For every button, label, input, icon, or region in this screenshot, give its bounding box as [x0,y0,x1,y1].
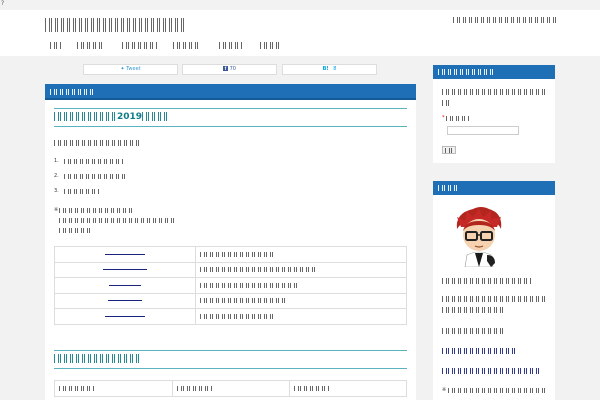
browser-top-strip: ? [0,0,600,10]
facebook-share-button[interactable]: f 70 [182,64,277,75]
twitter-bird-icon: ✦ [120,66,125,72]
contact-submit-button[interactable] [442,146,456,154]
list-item-3: 3. [54,188,134,194]
contact-widget-title [433,65,555,79]
main-column: ✦ Tweet f 70 B! 8 2019 1. 2. 3. ※ [45,56,416,400]
intro-paragraph [54,140,142,146]
comparison-table [54,380,407,397]
list-item-1: 1. [54,158,134,164]
table-row [54,277,407,294]
facebook-f-icon: f [223,66,229,71]
table-link[interactable] [59,300,191,302]
profile-link-1[interactable] [442,348,518,354]
table-row [54,261,407,278]
site-header [0,10,600,56]
table-row [54,246,407,263]
list-item-2: 2. [54,173,134,179]
nav-item-6[interactable] [260,42,281,49]
note-block: ※ [54,207,414,237]
profile-widget: ※ [433,181,555,400]
table-row [54,292,407,309]
category-header [45,84,416,100]
profile-widget-title [433,181,555,195]
table-link[interactable] [59,269,191,271]
table-link[interactable] [59,315,191,317]
note-mark: ※ [54,207,59,213]
table-row [54,308,407,325]
contact-widget: * [433,65,555,163]
profile-footnote: ※ [442,387,552,394]
contact-input[interactable] [447,126,519,135]
top-left-mark: ? [1,0,5,7]
required-mark: * [442,115,445,121]
section-heading-1: 2019 [54,108,407,127]
section-heading-2 [54,350,407,369]
tweet-share-button[interactable]: ✦ Tweet [83,64,178,75]
table-link[interactable] [59,253,191,255]
site-title-text [45,18,186,32]
nav-item-5[interactable] [219,42,243,49]
table-link[interactable] [59,284,191,286]
site-title[interactable] [45,18,186,32]
article-body: 2019 1. 2. 3. ※ [45,84,416,400]
nav-item-3[interactable] [122,42,157,49]
contact-field-label: * [442,115,482,122]
nav-item-2[interactable] [77,42,105,49]
nav-item-1[interactable] [50,42,61,49]
profile-link-2[interactable] [442,368,539,374]
site-description [453,17,556,24]
avatar-illustration-icon [456,207,502,267]
link-table [54,246,407,325]
hatena-b-icon: B! [322,66,329,72]
nav-item-4[interactable] [173,42,201,49]
table-header-row [54,380,407,397]
section-heading-year: 2019 [117,112,143,122]
hatena-bookmark-button[interactable]: B! 8 [282,64,377,75]
